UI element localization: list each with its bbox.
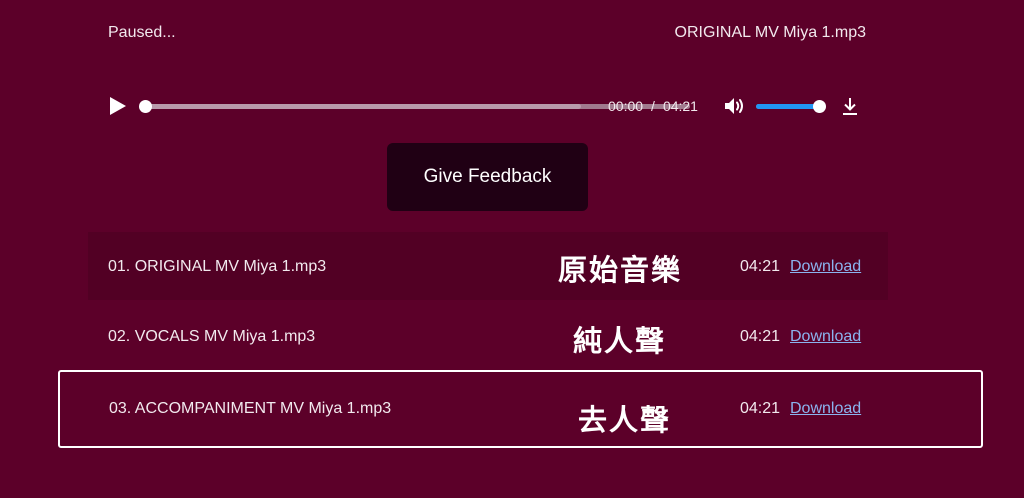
download-link[interactable]: Download <box>790 328 861 346</box>
track-duration: 04:21 <box>740 400 781 417</box>
audio-player: 00:00 / 04:21 <box>108 94 868 118</box>
time-separator: / <box>651 98 655 114</box>
play-icon[interactable] <box>108 96 128 116</box>
current-track-title: ORIGINAL MV Miya 1.mp3 <box>674 24 866 41</box>
progress-buffered <box>146 104 582 109</box>
playlist-item[interactable]: 02. VOCALS MV Miya 1.mp3 純人聲 04:21 Downl… <box>88 302 888 370</box>
track-cjk-label: 純人聲 <box>573 324 667 358</box>
give-feedback-button[interactable]: Give Feedback <box>387 143 588 211</box>
volume-fill <box>756 104 819 109</box>
playback-status: Paused... <box>108 24 176 41</box>
volume-thumb[interactable] <box>813 100 826 113</box>
volume-slider[interactable] <box>756 100 826 113</box>
time-display: 00:00 / 04:21 <box>608 98 698 114</box>
audio-player-page: Paused... ORIGINAL MV Miya 1.mp3 00:00/0… <box>0 0 1024 498</box>
track-duration: 04:21 <box>740 328 781 345</box>
playlist-item[interactable]: 03. ACCOMPANIMENT MV Miya 1.mp3 去人聲 04:2… <box>58 370 983 448</box>
download-icon[interactable] <box>840 96 860 116</box>
progress-thumb[interactable] <box>139 100 152 113</box>
download-link[interactable]: Download <box>790 400 861 418</box>
track-cjk-label: 去人聲 <box>578 403 672 437</box>
track-cjk-label: 原始音樂 <box>558 253 683 287</box>
track-name: 01. ORIGINAL MV Miya 1.mp3 <box>108 258 327 275</box>
track-name: 02. VOCALS MV Miya 1.mp3 <box>108 328 316 345</box>
track-duration: 04:21 <box>740 258 781 275</box>
volume-icon[interactable] <box>724 97 746 115</box>
download-link[interactable]: Download <box>790 258 861 276</box>
current-time: 00:00 <box>608 98 644 114</box>
playlist-item[interactable]: 01. ORIGINAL MV Miya 1.mp3 原始音樂 04:21 Do… <box>88 232 888 300</box>
total-duration: 04:21 <box>662 98 698 114</box>
track-name: 03. ACCOMPANIMENT MV Miya 1.mp3 <box>109 400 392 417</box>
